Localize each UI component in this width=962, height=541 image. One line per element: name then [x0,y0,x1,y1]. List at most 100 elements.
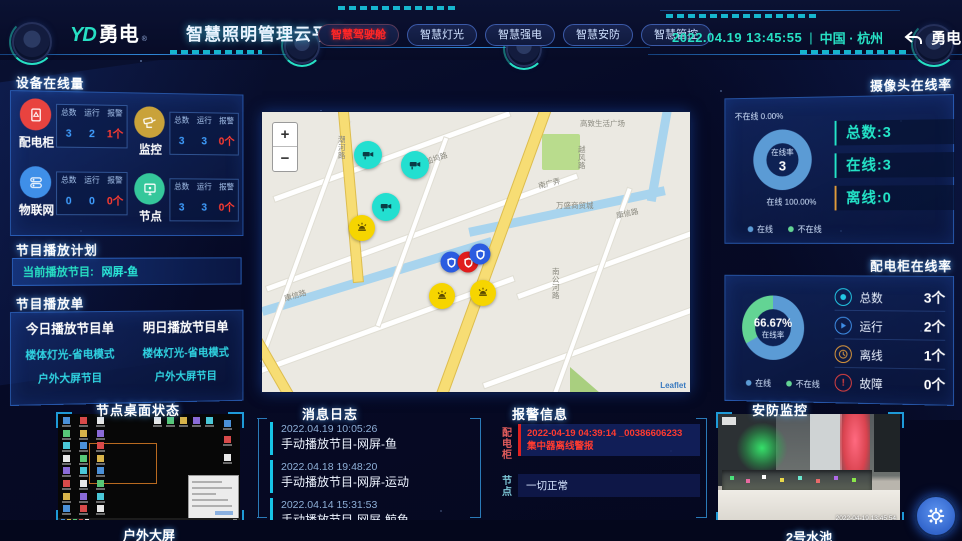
row-label: 离线 [860,346,924,364]
cabinet-legend: 在线 不在线 [746,377,820,390]
tab-smart-lighting[interactable]: 智慧灯光 [407,24,477,46]
tab-smart-cockpit[interactable]: 智慧驾驶舱 [318,24,399,46]
map-marker-light[interactable] [429,283,455,309]
legend-offline: 不在线 [788,223,822,235]
camera-legend: 在线 不在线 [748,223,822,235]
row-label: 总数 [860,289,924,306]
alarm-value: 0个 [215,131,237,154]
separator: | [809,30,812,45]
desktop-icon [63,455,70,462]
desktop-icon [97,505,104,512]
zoom-in-button[interactable]: + [273,123,297,147]
knob-decoration [12,22,52,62]
desktop-icon [63,430,70,437]
cabinet-stat-rows: 总数 3个 运行 2个 离线 1个 ! 故障 0个 [835,284,946,400]
map-road-label: 高致生活广场 [580,120,626,128]
bracket-corner [716,412,732,428]
total-value: 3 [170,197,193,220]
legend-dot-online [748,226,754,232]
device-card-node[interactable]: 节点 总数 运行 报警 3 3 0个 [131,170,239,233]
desktop-preview[interactable] [58,414,240,524]
panel-title-security: 安防监控 [752,400,808,419]
playlist-today: 今日播放节目单 楼体灯光-省电模式 户外大屏节目 [11,318,129,395]
playlist-tomorrow: 明日播放节目单 楼体灯光-省电模式 户外大屏节目 [129,316,243,392]
cabinet-icon [20,98,51,130]
log-time: 2022.04.18 19:48:20 [281,461,476,473]
user-name[interactable]: 勇电 [931,27,961,48]
map-road-label: 康信路 [615,206,639,221]
header-trim [660,10,900,11]
fault-icon: ! [835,374,852,392]
alarm-ok-box: 一切正常 [518,474,700,497]
header: YD 勇电 ® 智慧照明管理云平台V5.0 智慧驾驶舱 智慧灯光 智慧强电 智慧… [0,0,962,60]
desktop-icon [180,417,187,424]
panel-title-node-desktop: 节点桌面状态 [96,400,180,419]
header-dashes [338,6,456,10]
log-text: 手动播放节目-网屏-运动 [281,473,476,490]
device-name: 物联网 [11,201,62,218]
col-running: 运行 [193,179,215,197]
desktop-icon [224,454,231,461]
map-road [266,174,578,292]
gear-icon [927,507,945,525]
camera-scene-model [722,470,872,490]
legend-dot-offline [786,381,792,387]
camera-offline-stat: 离线:0 [835,185,955,210]
location: 中国 · 杭州 [820,28,884,47]
playlist-item: 楼体灯光-省电模式 [11,345,129,363]
row-value: 3个 [924,288,945,308]
row-label: 运行 [860,317,924,335]
total-icon [835,288,852,306]
panel-title-playlist: 节目播放单 [16,293,84,313]
header-dashes [170,50,262,54]
legend-offline: 不在线 [786,378,820,390]
device-card-cabinet[interactable]: 配电柜 总数 运行 报警 3 2 1个 [17,95,129,160]
log-time: 2022.04.14 15:31:53 [281,499,476,511]
map-marker-camera[interactable] [354,141,382,169]
row-label: 故障 [860,375,924,393]
desktop-icon [80,430,87,437]
cabinet-fault-row: ! 故障 0个 [835,370,946,398]
panel-title-alarm-info: 报警信息 [512,404,568,423]
total-value: 0 [57,191,80,214]
legend-dot-offline [788,226,794,232]
zoom-out-button[interactable]: − [273,147,297,171]
playlist-tomorrow-heading[interactable]: 明日播放节目单 [129,316,243,336]
device-card-iot[interactable]: 物联网 总数 运行 报警 0 0 0个 [17,163,129,227]
dashboard-root: YD 勇电 ® 智慧照明管理云平台V5.0 智慧驾驶舱 智慧灯光 智慧强电 智慧… [0,0,962,541]
playlist-panel: 今日播放节目单 楼体灯光-省电模式 户外大屏节目 明日播放节目单 楼体灯光-省电… [10,310,243,406]
device-card-monitor[interactable]: 监控 总数 运行 报警 3 3 0个 [131,103,239,167]
device-online-panel: 配电柜 总数 运行 报警 3 2 1个 监控 总数 运行 报警 [10,90,243,236]
tab-smart-power[interactable]: 智慧强电 [485,24,555,46]
back-arrow-icon[interactable] [904,30,924,46]
desktop-icon [97,493,104,500]
alarm-group-label-node: 节点 [501,476,513,498]
map-marker-light[interactable] [470,280,496,306]
donut-center-label: 在线率 [771,146,794,157]
playlist-today-heading[interactable]: 今日播放节目单 [11,318,129,338]
donut-center-label: 在线率 [762,329,785,340]
tab-smart-security[interactable]: 智慧安防 [563,24,633,46]
col-alarm: 报警 [215,180,237,198]
online-pct-label: 在线 100.00% [766,196,816,208]
settings-button[interactable] [914,494,958,538]
map-attribution[interactable]: Leaflet [660,381,686,390]
map-view[interactable]: 潮河路龙船坞路高致生活广场越风路南广弄万盛商贸城康信路康信路南公河路 + − L… [262,112,690,392]
map-marker-shield-blue[interactable] [470,244,491,265]
panel-title-message-log: 消息日志 [302,404,358,423]
desktop-icon [206,417,213,424]
map-marker-light[interactable] [349,215,375,241]
security-camera-feed[interactable]: 2022-04-19 13:45:54 [718,414,900,526]
playlist-item: 户外大屏节目 [11,369,129,387]
device-stats-table: 总数 运行 报警 3 3 0个 [169,178,238,221]
map-marker-camera[interactable] [401,151,429,179]
col-alarm: 报警 [215,113,237,131]
map-marker-camera[interactable] [372,193,400,221]
desktop-icon [97,455,104,462]
current-program-box: 当前播放节目: 网屏-鱼 [12,257,242,286]
col-alarm: 报警 [104,106,127,125]
device-name: 配电柜 [11,133,62,151]
offline-pct-label: 不在线 0.00% [735,110,784,122]
playlist-item: 楼体灯光-省电模式 [129,344,243,361]
node-icon [134,173,164,205]
